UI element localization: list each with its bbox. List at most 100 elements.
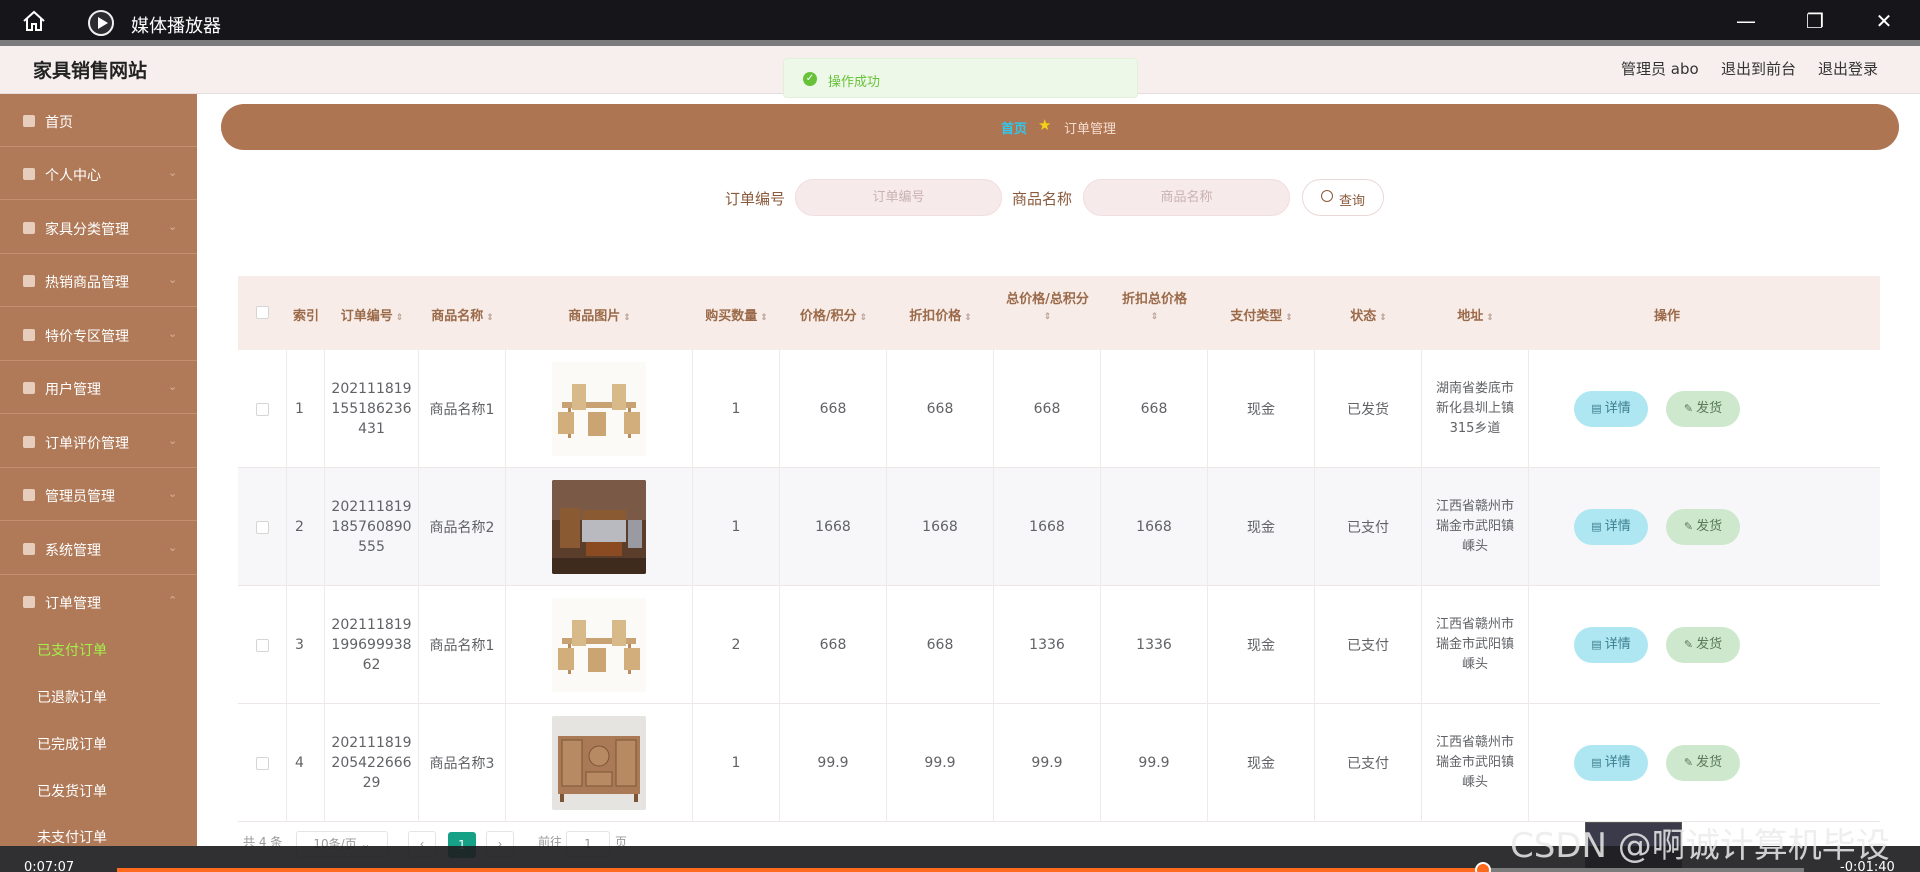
col-product[interactable]: 商品名称 ⇕ [419,276,506,350]
row-checkbox[interactable] [255,756,269,770]
cell-discount: 668 [887,350,994,468]
home-icon [23,115,35,127]
close-icon[interactable]: ✕ [1869,8,1899,34]
time-elapsed: 0:07:07 [24,860,75,872]
admin-user-link[interactable]: 管理员 abo [1621,58,1699,79]
check-circle-icon: ✓ [803,72,817,86]
row-checkbox[interactable] [255,520,269,534]
user-icon [23,168,35,180]
detail-button[interactable]: ▤ 详情 [1574,391,1648,427]
row-checkbox[interactable] [255,638,269,652]
cell-price: 99.9 [780,704,887,822]
col-status[interactable]: 状态 ⇕ [1315,276,1422,350]
sidebar-item-hot-products[interactable]: 热销商品管理 ⌄ [0,254,197,307]
cell-address: 湖南省娄底市新化县圳上镇315乡道 [1422,350,1529,468]
cell-actions: ▤ 详情 ✎ 发货 [1529,350,1805,468]
doc-icon: ▤ [1591,756,1602,769]
sidebar-item-system[interactable]: 系统管理 ⌄ [0,522,197,575]
minimize-icon[interactable]: — [1731,8,1761,34]
cell-status: 已支付 [1315,586,1422,704]
row-checkbox[interactable] [255,402,269,416]
sidebar-subitem-paid[interactable]: 已支付订单 [0,626,197,672]
cell-total: 1336 [994,586,1101,704]
sidebar-subitem-label: 已完成订单 [37,737,107,753]
ship-button[interactable]: ✎ 发货 [1666,509,1740,545]
col-index: 索引 [292,309,319,324]
cell-order-no: 20211181919969993862 [325,586,419,704]
logout-link[interactable]: 退出登录 [1818,58,1878,79]
site-brand: 家具销售网站 [33,60,148,82]
product-image-sofa-set[interactable] [552,480,646,574]
col-discount[interactable]: 折扣价格 ⇕ [887,276,994,350]
home-icon[interactable] [22,10,46,32]
product-image-dining-set[interactable] [552,598,646,692]
product-image-cabinet[interactable] [552,716,646,810]
sidebar-subitem-shipped[interactable]: 已发货订单 [0,767,197,813]
ship-button[interactable]: ✎ 发货 [1666,627,1740,663]
sidebar-item-admins[interactable]: 管理员管理 ⌄ [0,468,197,521]
sidebar-item-profile[interactable]: 个人中心 ⌄ [0,147,197,200]
cell-total: 99.9 [994,704,1101,822]
sidebar-item-special[interactable]: 特价专区管理 ⌄ [0,308,197,361]
sidebar-item-category[interactable]: 家具分类管理 ⌄ [0,201,197,254]
sidebar-item-label: 系统管理 [45,543,101,559]
sidebar-subitem-unpaid[interactable]: 未支付订单 [0,813,197,846]
product-name-input[interactable]: 商品名称 [1083,179,1290,216]
sidebar-item-orders[interactable]: 订单管理 ⌃ [0,575,197,628]
col-image[interactable]: 商品图片 ⇕ [506,276,693,350]
back-to-frontend-link[interactable]: 退出到前台 [1721,58,1796,79]
col-price[interactable]: 价格/积分 ⇕ [780,276,887,350]
sidebar-item-home[interactable]: 首页 [0,94,197,147]
sidebar-item-label: 个人中心 [45,168,101,184]
sidebar-item-reviews[interactable]: 订单评价管理 ⌄ [0,415,197,468]
query-button[interactable]: 查询 [1302,179,1384,216]
detail-button[interactable]: ▤ 详情 [1574,509,1648,545]
col-address[interactable]: 地址 ⇕ [1422,276,1529,350]
cell-image [506,350,693,468]
ship-button[interactable]: ✎ 发货 [1666,745,1740,781]
order-no-label: 订单编号 [725,190,786,208]
sidebar-subitem-label: 已支付订单 [37,643,107,659]
product-image-dining-set[interactable] [552,362,646,456]
sidebar-item-label: 管理员管理 [45,489,115,505]
sidebar-subitem-completed[interactable]: 已完成订单 [0,720,197,766]
order-icon [23,596,35,608]
chevron-down-icon: ⌄ [168,434,178,447]
col-qty[interactable]: 购买数量 ⇕ [693,276,780,350]
sidebar-subitem-label: 已发货订单 [37,784,107,800]
grid-icon [23,382,35,394]
order-no-input[interactable]: 订单编号 [795,179,1002,216]
detail-button[interactable]: ▤ 详情 [1574,745,1648,781]
cell-pay-type: 现金 [1208,350,1315,468]
cell-pay-type: 现金 [1208,586,1315,704]
chevron-up-icon: ⌃ [168,594,178,607]
cell-pay-type: 现金 [1208,468,1315,586]
col-discount-total[interactable]: 折扣总价格 ⇕ [1101,276,1208,350]
sidebar-subitem-refunded[interactable]: 已退款订单 [0,673,197,719]
cell-order-no: 202111819185760890555 [325,468,419,586]
restore-icon[interactable]: ❐ [1800,8,1830,34]
ship-button[interactable]: ✎ 发货 [1666,391,1740,427]
col-order-no[interactable]: 订单编号 ⇕ [325,276,419,350]
doc-icon: ▤ [1591,638,1602,651]
select-all-checkbox[interactable] [256,306,269,319]
col-pay-type[interactable]: 支付类型 ⇕ [1208,276,1315,350]
seek-bar[interactable] [117,862,1804,872]
cell-total: 668 [994,350,1101,468]
cell-product: 商品名称1 [419,350,506,468]
col-actions: 操作 [1653,309,1680,324]
cell-discount: 668 [887,586,994,704]
col-total[interactable]: 总价格/总积分 ⇕ [994,276,1101,350]
sidebar-item-users[interactable]: 用户管理 ⌄ [0,361,197,414]
detail-button[interactable]: ▤ 详情 [1574,627,1648,663]
breadcrumb-home[interactable]: 首页 [1001,118,1027,137]
cell-pay-type: 现金 [1208,704,1315,822]
sidebar-item-label: 订单管理 [45,596,101,612]
chevron-down-icon: ⌄ [168,166,178,179]
sidebar-item-label: 订单评价管理 [45,436,129,452]
cell-image [506,586,693,704]
cell-product: 商品名称1 [419,586,506,704]
seek-handle[interactable] [1475,862,1492,872]
sidebar-item-label: 用户管理 [45,382,101,398]
sidebar-item-label: 家具分类管理 [45,222,129,238]
